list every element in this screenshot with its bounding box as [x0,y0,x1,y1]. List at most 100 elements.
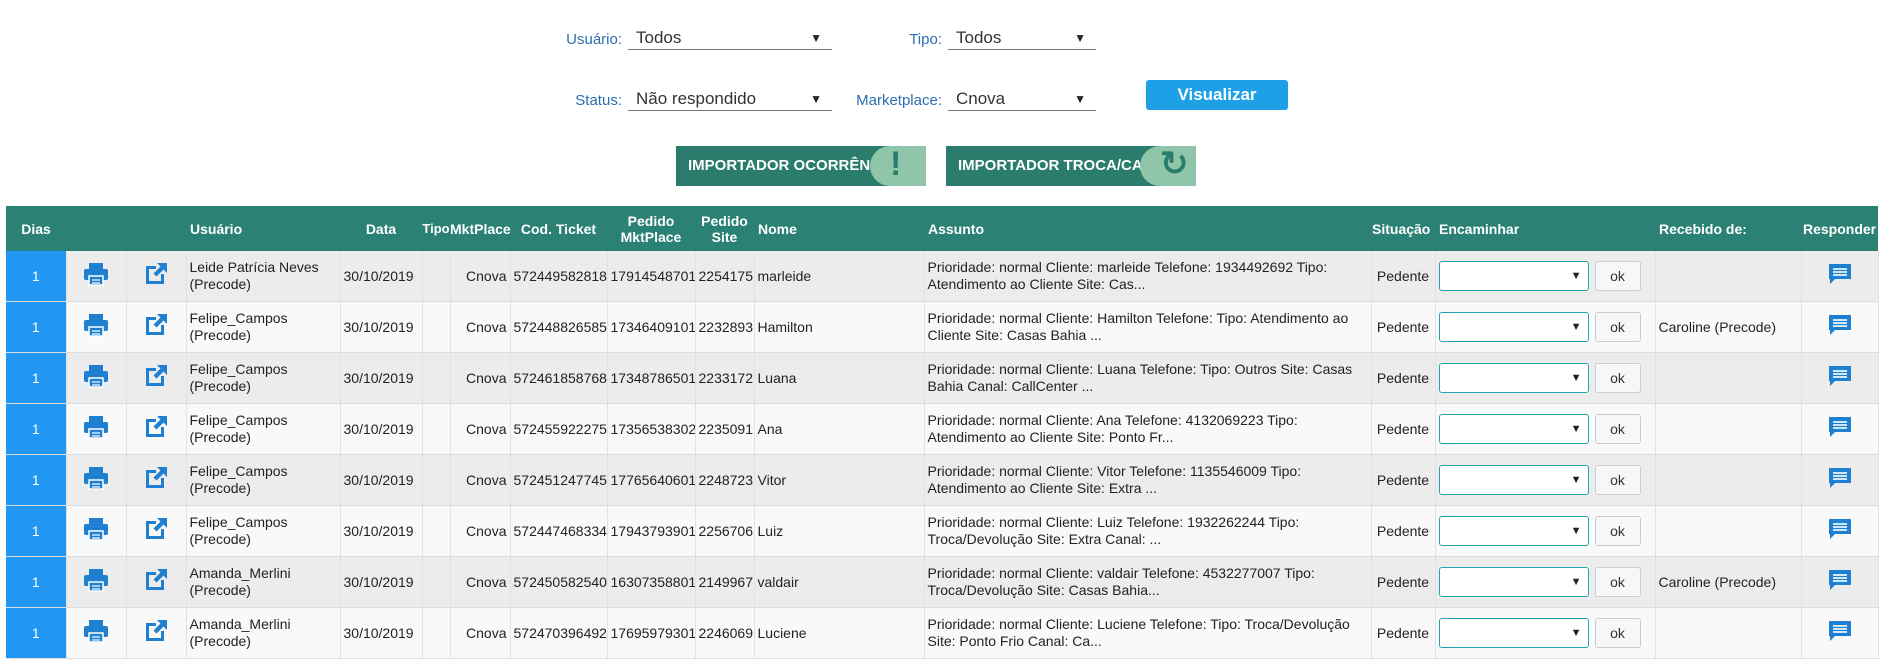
ok-button[interactable]: ok [1594,414,1641,444]
table-row: 1 Leide Patrícia Neves (Precode) 30/10/20… [6,251,1879,302]
print-button[interactable] [66,301,127,353]
encaminhar-select[interactable]: ▼ [1438,312,1589,342]
encaminhar-select[interactable]: ▼ [1438,618,1589,648]
open-external-button[interactable] [126,607,187,659]
open-external-button[interactable] [126,556,187,608]
print-button[interactable] [66,251,127,302]
usuario-cell: Felipe_Campos (Precode) [186,403,341,455]
col-mktplace[interactable]: MktPlace [450,206,511,251]
col-data[interactable]: Data [340,206,422,251]
mktplace-cell: Cnova [450,556,511,608]
status-select[interactable]: Não respondido ▼ [628,85,832,111]
open-external-button[interactable] [126,454,187,506]
ok-button[interactable]: ok [1594,516,1641,546]
chevron-down-icon: ▼ [1570,627,1582,639]
marketplace-select[interactable]: Cnova ▼ [948,85,1096,111]
print-button[interactable] [66,454,127,506]
encaminhar-select[interactable]: ▼ [1438,363,1589,393]
col-encaminhar[interactable]: Encaminhar [1435,206,1655,251]
external-link-icon [146,416,167,437]
responder-button[interactable] [1801,556,1879,608]
open-external-button[interactable] [126,403,187,455]
ok-button[interactable]: ok [1594,567,1641,597]
pedido-site-link[interactable]: 2254175 [695,251,755,302]
assunto-cell: Prioridade: normal Cliente: Vitor Telefo… [924,454,1372,506]
usuario-select[interactable]: Todos ▼ [628,24,832,50]
col-recebido[interactable]: Recebido de: [1655,206,1801,251]
col-situacao[interactable]: Situação [1371,206,1435,251]
print-button[interactable] [66,505,127,557]
importador-ocorrencia-label: IMPORTADOR OCORRÊNCIA [688,157,897,174]
print-button[interactable] [66,352,127,404]
open-external-button[interactable] [126,505,187,557]
usuario-select-value: Todos [636,28,682,47]
chevron-down-icon: ▼ [1570,321,1582,333]
tipo-cell [422,403,451,455]
usuario-cell: Leide Patrícia Neves (Precode) [186,251,341,302]
col-pedido-site[interactable]: Pedido Site [695,206,754,251]
responder-button[interactable] [1801,607,1879,659]
open-external-button[interactable] [126,301,187,353]
ok-button[interactable]: ok [1594,312,1641,342]
usuario-cell: Felipe_Campos (Precode) [186,505,341,557]
tipo-select[interactable]: Todos ▼ [948,24,1096,50]
open-external-button[interactable] [126,251,187,302]
visualizar-button[interactable]: Visualizar [1146,80,1288,110]
pedido-site-link[interactable]: 2149967 [695,556,755,608]
encaminhar-select[interactable]: ▼ [1438,567,1589,597]
printer-icon [84,467,108,490]
responder-button[interactable] [1801,454,1879,506]
tipo-label: Tipo: [909,31,942,48]
encaminhar-select[interactable]: ▼ [1438,414,1589,444]
print-button[interactable] [66,403,127,455]
data-cell: 30/10/2019 [340,505,423,557]
col-tipo[interactable]: Tipo [422,206,450,251]
nome-cell: marleide [754,251,925,302]
ok-button[interactable]: ok [1594,618,1641,648]
message-icon [1828,621,1851,641]
importador-troca-button[interactable]: IMPORTADOR TROCA/CANC. ↻ [946,146,1196,186]
pedido-site-link[interactable]: 2256706 [695,505,755,557]
col-cod-ticket[interactable]: Cod. Ticket [510,206,607,251]
pedido-site-link[interactable]: 2232893 [695,301,755,353]
ok-button[interactable]: ok [1594,363,1641,393]
cod-ticket-cell: 572470396492 [510,607,608,659]
responder-button[interactable] [1801,352,1879,404]
ok-button[interactable]: ok [1594,261,1641,291]
responder-button[interactable] [1801,301,1879,353]
col-pedido-mktplace-line2: MktPlace [620,228,682,245]
col-pedido-mktplace[interactable]: Pedido MktPlace [607,206,695,251]
printer-icon [84,518,108,541]
col-assunto[interactable]: Assunto [924,206,1371,251]
recebido-cell [1655,505,1802,557]
data-cell: 30/10/2019 [340,251,423,302]
col-usuario[interactable]: Usuário [186,206,340,251]
encaminhar-select[interactable]: ▼ [1438,465,1589,495]
open-external-button[interactable] [126,352,187,404]
col-open [126,206,186,251]
usuario-cell: Felipe_Campos (Precode) [186,454,341,506]
print-button[interactable] [66,607,127,659]
responder-button[interactable] [1801,403,1879,455]
col-nome[interactable]: Nome [754,206,924,251]
responder-button[interactable] [1801,505,1879,557]
pedido-site-link[interactable]: 2248723 [695,454,755,506]
col-dias[interactable]: Dias [6,206,66,251]
mktplace-cell: Cnova [450,607,511,659]
print-button[interactable] [66,556,127,608]
encaminhar-select[interactable]: ▼ [1438,261,1589,291]
encaminhar-cell: ▼ ok [1435,301,1656,353]
importador-ocorrencia-button[interactable]: IMPORTADOR OCORRÊNCIA ! [676,146,926,186]
responder-button[interactable] [1801,251,1879,302]
situacao-cell: Pedente [1371,505,1436,557]
data-cell: 30/10/2019 [340,352,423,404]
ok-button[interactable]: ok [1594,465,1641,495]
pedido-site-link[interactable]: 2233172 [695,352,755,404]
col-responder[interactable]: Responder [1801,206,1878,251]
recebido-cell [1655,454,1802,506]
recebido-cell [1655,607,1802,659]
nome-cell: Vitor [754,454,925,506]
pedido-site-link[interactable]: 2246069 [695,607,755,659]
pedido-site-link[interactable]: 2235091 [695,403,755,455]
encaminhar-select[interactable]: ▼ [1438,516,1589,546]
